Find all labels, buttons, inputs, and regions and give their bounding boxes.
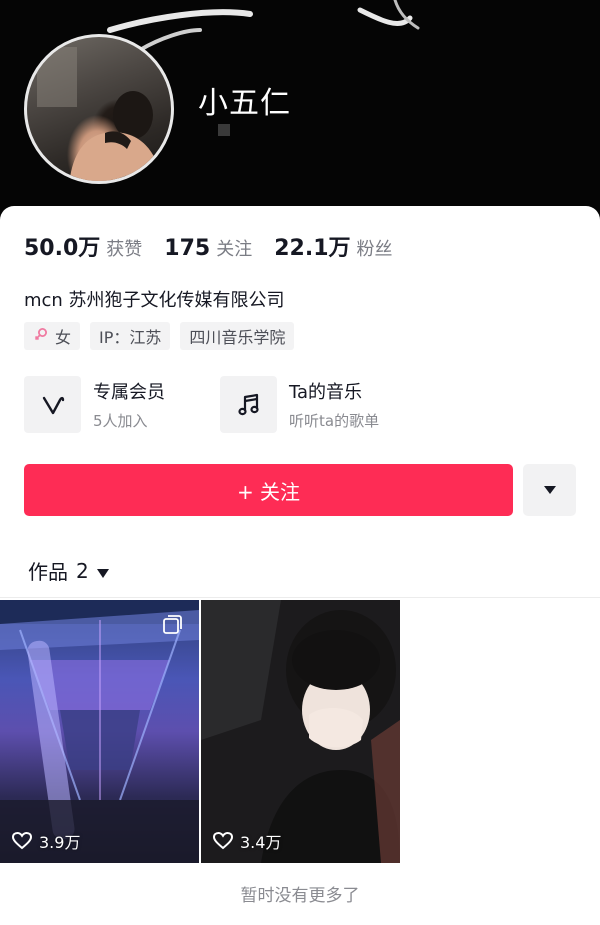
works-count: 2 (76, 558, 89, 583)
triangle-down-icon (543, 486, 556, 494)
profile-name: 小五仁 (198, 86, 291, 121)
works-label: 作品 (28, 560, 68, 584)
avatar-photo (37, 47, 160, 181)
follow-button[interactable]: + 关注 (24, 464, 513, 516)
membership-subtitle: 5人加入 (93, 412, 148, 430)
stats-row: 50.0万 获赞 175 关注 22.1万 粉丝 (24, 230, 415, 262)
stat-following-value: 175 (164, 236, 211, 261)
stat-following[interactable]: 175 关注 (164, 235, 252, 261)
video-thumbnail[interactable]: 3.9万 (0, 600, 199, 863)
multi-image-icon (161, 614, 183, 640)
heart-icon (12, 832, 32, 850)
membership-title: 专属会员 (93, 382, 165, 403)
stat-followers[interactable]: 22.1万 粉丝 (274, 230, 392, 262)
obscured-id (218, 124, 230, 136)
music-subtitle: 听听ta的歌单 (289, 412, 380, 430)
profile-header: 小五仁 (0, 0, 600, 230)
gender-label: 女 (55, 328, 72, 347)
profile-tags: 女 IP：江苏 四川音乐学院 (24, 322, 304, 350)
selfie-image (201, 600, 400, 863)
profile-card: 50.0万 获赞 175 关注 22.1万 粉丝 mcn 苏州狍子文化传媒有限公… (0, 206, 600, 925)
ip-tag: IP：江苏 (90, 322, 171, 350)
tab-divider (0, 597, 600, 598)
membership-entry[interactable]: 专属会员 5人加入 (24, 376, 165, 433)
ip-label: IP：江苏 (99, 328, 162, 347)
caret-down-icon (96, 559, 109, 583)
music-title: Ta的音乐 (289, 382, 363, 403)
stat-followers-value: 22.1万 (274, 236, 351, 261)
stat-following-label: 关注 (216, 239, 253, 260)
school-tag[interactable]: 四川音乐学院 (180, 322, 295, 350)
avatar[interactable] (24, 34, 174, 184)
music-note-icon (220, 376, 277, 433)
likes-count: 3.9万 (12, 829, 80, 853)
stat-likes-label: 获赞 (106, 239, 143, 260)
mcn-line[interactable]: mcn 苏州狍子文化传媒有限公司 (24, 286, 285, 312)
likes-value: 3.9万 (39, 833, 81, 852)
school-label: 四川音乐学院 (189, 328, 286, 347)
gender-tag: 女 (24, 322, 81, 350)
likes-value: 3.4万 (240, 833, 282, 852)
v-logo-icon (24, 376, 81, 433)
video-thumbnail[interactable]: 3.4万 (201, 600, 400, 863)
stat-likes-value: 50.0万 (24, 236, 101, 261)
stat-followers-label: 粉丝 (356, 239, 393, 260)
likes-count: 3.4万 (213, 829, 281, 853)
feature-entries: 专属会员 5人加入 Ta的音乐 听听ta的歌单 (24, 376, 584, 436)
female-symbol-icon (33, 326, 49, 346)
heart-icon (213, 832, 233, 850)
stat-likes[interactable]: 50.0万 获赞 (24, 230, 142, 262)
tab-works[interactable]: 作品 2 (28, 556, 109, 585)
no-more-content-note: 暂时没有更多了 (240, 886, 360, 906)
more-options-button[interactable] (523, 464, 576, 516)
music-entry[interactable]: Ta的音乐 听听ta的歌单 (220, 376, 379, 433)
